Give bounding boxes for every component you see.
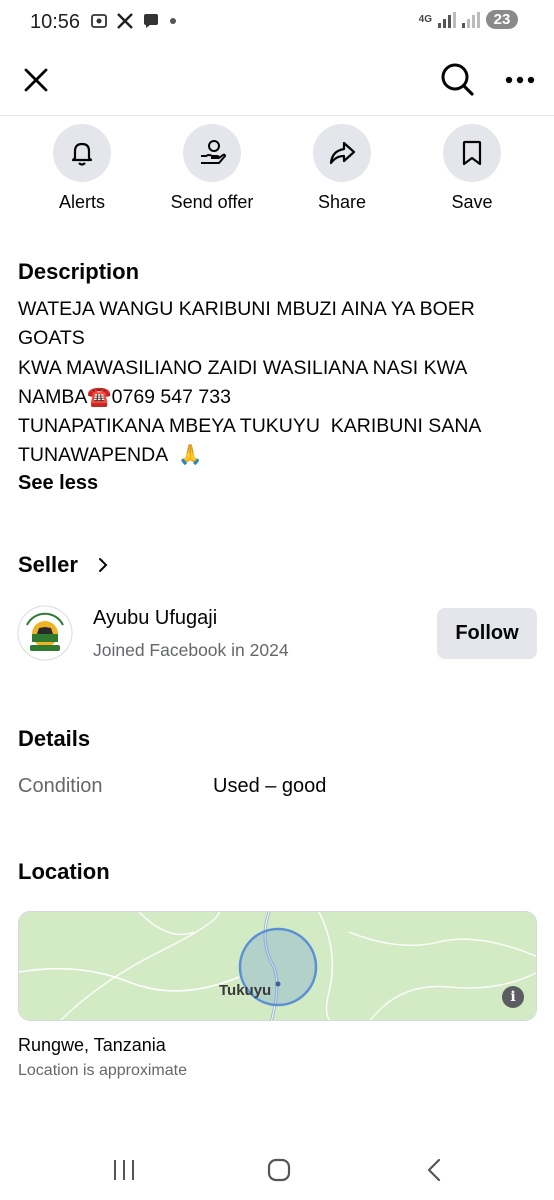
system-nav-bar bbox=[0, 1140, 554, 1200]
home-button[interactable] bbox=[259, 1150, 299, 1190]
back-icon bbox=[427, 1158, 441, 1182]
search-icon bbox=[441, 63, 474, 96]
back-button[interactable] bbox=[414, 1150, 454, 1190]
follow-button[interactable]: Follow bbox=[437, 608, 537, 659]
see-less-link[interactable]: See less bbox=[18, 472, 98, 495]
seller-title: Seller bbox=[18, 552, 78, 577]
search-button[interactable] bbox=[436, 58, 478, 100]
share-circle[interactable] bbox=[313, 124, 371, 182]
save-button[interactable]: Save bbox=[407, 124, 537, 213]
share-label: Share bbox=[317, 192, 367, 212]
home-icon bbox=[267, 1158, 291, 1182]
top-bar bbox=[0, 46, 554, 116]
x-app-icon bbox=[117, 13, 133, 29]
bell-icon bbox=[71, 142, 93, 166]
description-text: WATEJA WANGU KARIBUNI MBUZI AINA YA BOER… bbox=[18, 298, 481, 467]
seller-avatar[interactable] bbox=[17, 605, 73, 661]
system-status: 4G 23 bbox=[419, 10, 518, 29]
info-icon[interactable]: i bbox=[502, 986, 524, 1008]
bookmark-icon bbox=[462, 140, 482, 166]
seller-name[interactable]: Ayubu Ufugaji bbox=[93, 607, 217, 630]
send-offer-label: Send offer bbox=[170, 192, 254, 212]
farm-animals-logo bbox=[17, 605, 73, 661]
send-offer-button[interactable]: Send offer bbox=[147, 124, 277, 213]
save-circle[interactable] bbox=[443, 124, 501, 182]
chevron-right-icon bbox=[98, 558, 108, 572]
signal-icon bbox=[438, 11, 456, 28]
description-title: Description bbox=[18, 259, 140, 284]
share-arrow-icon bbox=[329, 141, 356, 165]
close-icon bbox=[24, 68, 48, 92]
status-bar: 10:56 4G 23 bbox=[0, 0, 554, 46]
condition-label: Condition bbox=[18, 775, 103, 797]
send-offer-circle[interactable] bbox=[183, 124, 241, 182]
share-button[interactable]: Share bbox=[277, 124, 407, 213]
seller-joined-text: Joined Facebook in 2024 bbox=[93, 640, 289, 660]
recent-apps-icon bbox=[114, 1160, 134, 1180]
location-name: Rungwe, Tanzania bbox=[18, 1035, 166, 1055]
network-type: 4G bbox=[418, 13, 432, 25]
map-place-label: Tukuyu bbox=[219, 982, 272, 999]
location-note: Location is approximate bbox=[18, 1062, 187, 1079]
seller-header[interactable]: Seller bbox=[18, 552, 110, 578]
notification-icons bbox=[90, 12, 178, 30]
more-icon bbox=[505, 76, 535, 84]
battery-badge: 23 bbox=[486, 10, 518, 29]
recent-apps-button[interactable] bbox=[104, 1150, 144, 1190]
dot-icon bbox=[170, 18, 176, 24]
more-options-button[interactable] bbox=[500, 60, 540, 100]
alerts-button[interactable]: Alerts bbox=[17, 124, 147, 213]
signal-icon-2 bbox=[462, 11, 480, 28]
save-label: Save bbox=[451, 192, 493, 212]
close-button[interactable] bbox=[16, 60, 56, 100]
status-time: 10:56 bbox=[30, 11, 81, 33]
alerts-label: Alerts bbox=[58, 192, 105, 212]
details-title: Details bbox=[18, 726, 91, 751]
chat-icon bbox=[144, 14, 158, 28]
alerts-circle[interactable] bbox=[53, 124, 111, 182]
map-graphic bbox=[19, 912, 536, 1020]
condition-value: Used – good bbox=[213, 775, 327, 797]
location-map[interactable]: Tukuyu i bbox=[18, 911, 537, 1021]
hand-money-icon bbox=[201, 140, 226, 164]
listing-actions: Alerts Send offer Share Save bbox=[0, 124, 554, 224]
location-title: Location bbox=[18, 859, 110, 884]
screenshot-icon bbox=[91, 14, 107, 28]
